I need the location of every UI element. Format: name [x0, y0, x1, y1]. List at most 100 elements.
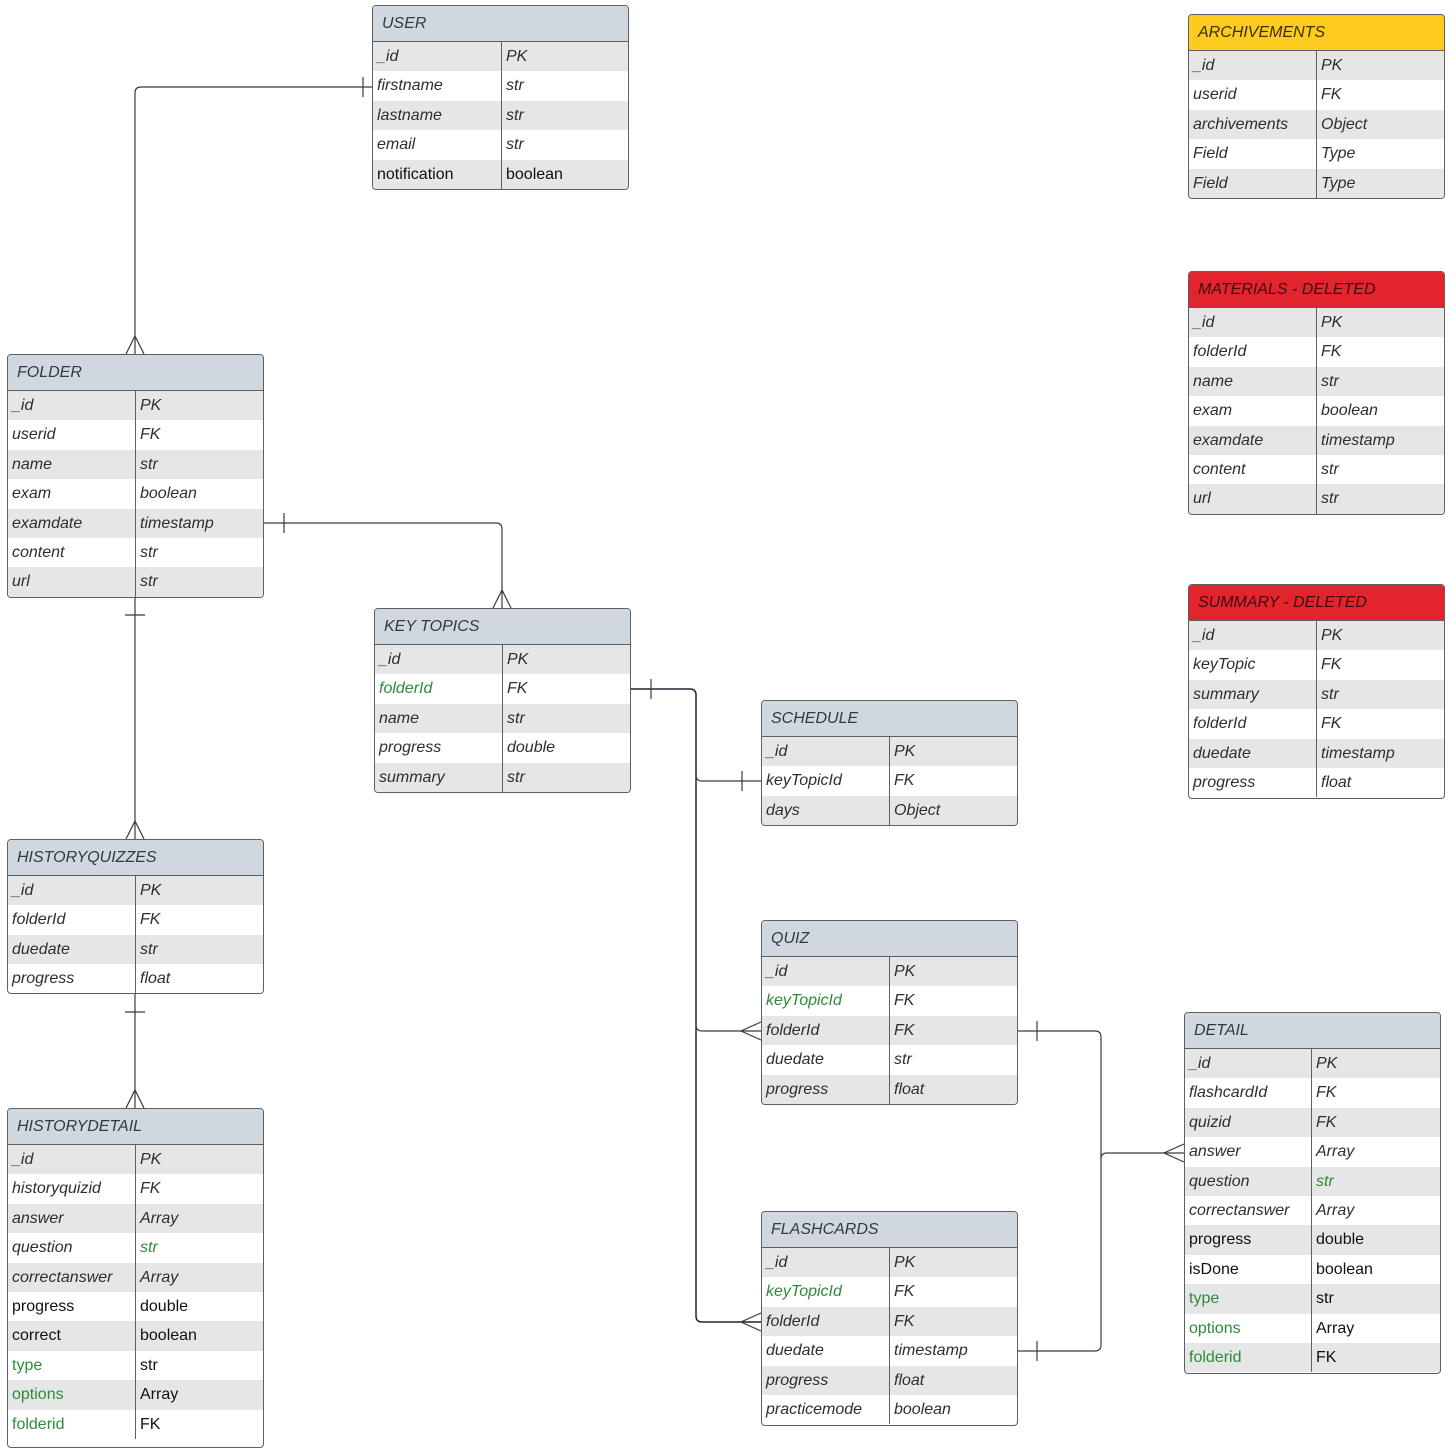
field-name: progress	[379, 739, 442, 757]
field-type: timestamp	[889, 1336, 1017, 1366]
summary-title: SUMMARY - DELETED	[1189, 585, 1444, 621]
field-name: _id	[766, 963, 788, 980]
field-name: folderid	[1189, 1348, 1242, 1366]
field-type: str	[135, 537, 263, 568]
field-name: url	[12, 573, 30, 591]
field-name: keyTopicId	[766, 992, 842, 1010]
field-name: correct	[12, 1327, 61, 1345]
materials-title: MATERIALS - DELETED	[1189, 272, 1444, 308]
field-name: folderId	[1193, 715, 1247, 733]
archivements-table[interactable]: ARCHIVEMENTS _id PK userid FK archivements Obj…	[1188, 14, 1445, 199]
table-row: duedate str	[8, 934, 263, 965]
field-type: boolean	[889, 1394, 1017, 1425]
field-name: folderId	[766, 1312, 820, 1330]
field-name: userid	[1193, 86, 1237, 104]
historydetail-table[interactable]: HISTORYDETAIL _id PK historyquizid FK answer A…	[7, 1108, 264, 1448]
field-type: str	[1311, 1284, 1440, 1314]
field-name: name	[379, 709, 420, 727]
table-row: name str	[8, 449, 263, 480]
field-name: userid	[12, 426, 56, 444]
field-name: answer	[1189, 1143, 1241, 1161]
field-name: duedate	[12, 940, 70, 958]
field-name: isDone	[1189, 1260, 1239, 1278]
field-name: _id	[12, 882, 34, 899]
historydetail-title: HISTORYDETAIL	[8, 1109, 263, 1145]
field-type: str	[1316, 366, 1444, 397]
field-type: PK	[889, 737, 1017, 767]
table-row: progress double	[8, 1291, 263, 1322]
quiz-rows: _id PK keyTopicId FK folderId FK duedate str pro…	[762, 957, 1017, 1104]
field-type: FK	[135, 1409, 263, 1439]
keytopics-table[interactable]: KEY TOPICS _id PK folderId FK name str progress…	[374, 608, 631, 793]
field-name: Field	[1193, 145, 1228, 163]
field-type: float	[889, 1365, 1017, 1395]
field-name: historyquizid	[12, 1180, 101, 1198]
field-name: url	[1193, 490, 1211, 508]
table-row: summary str	[375, 762, 630, 792]
summary-deleted-table[interactable]: SUMMARY - DELETED _id PK keyTopic FK summary s…	[1188, 584, 1445, 799]
field-type: str	[135, 934, 263, 965]
folder-table[interactable]: FOLDER _id PK userid FK name str exam boolean exa…	[7, 354, 264, 598]
table-row: type str	[8, 1350, 263, 1381]
field-name: options	[12, 1386, 64, 1404]
field-name: _id	[379, 651, 401, 668]
historyquizzes-table[interactable]: HISTORYQUIZZES _id PK folderId FK duedate str p…	[7, 839, 264, 994]
field-name: _id	[377, 48, 399, 65]
field-name: folderId	[1193, 343, 1247, 361]
field-type: boolean	[501, 159, 628, 189]
field-type: FK	[135, 420, 263, 450]
field-type: FK	[889, 986, 1017, 1016]
table-row: isDone boolean	[1185, 1254, 1440, 1285]
table-row: _id PK	[373, 42, 628, 72]
table-row: folderId FK	[8, 905, 263, 935]
table-row: folderId FK	[762, 1306, 1017, 1337]
field-type: boolean	[1311, 1254, 1440, 1285]
table-row: progress float	[762, 1074, 1017, 1104]
detail-table[interactable]: DETAIL _id PK flashcardId FK quizid FK answer Ar…	[1184, 1012, 1441, 1374]
field-type: Array	[1311, 1137, 1440, 1167]
table-row: _id PK	[8, 391, 263, 421]
field-name: progress	[12, 1297, 75, 1315]
field-type: FK	[502, 674, 630, 704]
table-row: _id PK	[1189, 51, 1444, 81]
table-row: folderId FK	[1189, 709, 1444, 739]
field-name: answer	[12, 1209, 64, 1227]
field-type: Array	[135, 1203, 263, 1234]
field-type: str	[501, 100, 628, 131]
field-type: Array	[135, 1262, 263, 1292]
table-row: duedate str	[762, 1045, 1017, 1075]
quiz-table[interactable]: QUIZ _id PK keyTopicId FK folderId FK duedate st…	[761, 920, 1018, 1105]
field-name: flashcardId	[1189, 1084, 1268, 1102]
field-type: double	[502, 733, 630, 763]
field-name: type	[1189, 1290, 1220, 1308]
field-type: PK	[135, 1145, 263, 1175]
field-type: PK	[1316, 621, 1444, 651]
field-type: FK	[1316, 80, 1444, 110]
field-type: str	[502, 703, 630, 734]
field-type: str	[135, 567, 263, 597]
connector-keytopics-schedule	[695, 774, 761, 782]
field-type: boolean	[135, 1321, 263, 1351]
materials-deleted-table[interactable]: MATERIALS - DELETED _id PK folderId FK name st…	[1188, 271, 1445, 515]
field-name: _id	[766, 743, 788, 760]
table-row: duedate timestamp	[762, 1336, 1017, 1366]
flashcards-table[interactable]: FLASHCARDS _id PK keyTopicId FK folderId FK due…	[761, 1211, 1018, 1426]
user-rows: _id PK firstname str lastname str email str noti…	[373, 42, 628, 189]
user-table[interactable]: USER _id PK firstname str lastname str email str…	[372, 5, 629, 190]
keytopics-rows: _id PK folderId FK name str progress double summ…	[375, 645, 630, 792]
table-row: keyTopicId FK	[762, 986, 1017, 1016]
connector-folder-keytopics	[264, 522, 503, 608]
table-row: duedate timestamp	[1189, 738, 1444, 768]
table-row: _id PK	[762, 957, 1017, 987]
table-row: answer Array	[8, 1203, 263, 1234]
field-name: folderid	[12, 1415, 65, 1433]
field-name: archivements	[1193, 115, 1289, 133]
field-type: Array	[135, 1380, 263, 1410]
table-row: flashcardId FK	[1185, 1078, 1440, 1108]
field-type: FK	[1311, 1342, 1440, 1373]
field-type: float	[889, 1074, 1017, 1104]
table-row: question str	[1185, 1166, 1440, 1196]
field-name: question	[12, 1239, 73, 1257]
schedule-table[interactable]: SCHEDULE _id PK keyTopicId FK days Object	[761, 700, 1018, 826]
historyquizzes-rows: _id PK folderId FK duedate str progress float	[8, 876, 263, 993]
